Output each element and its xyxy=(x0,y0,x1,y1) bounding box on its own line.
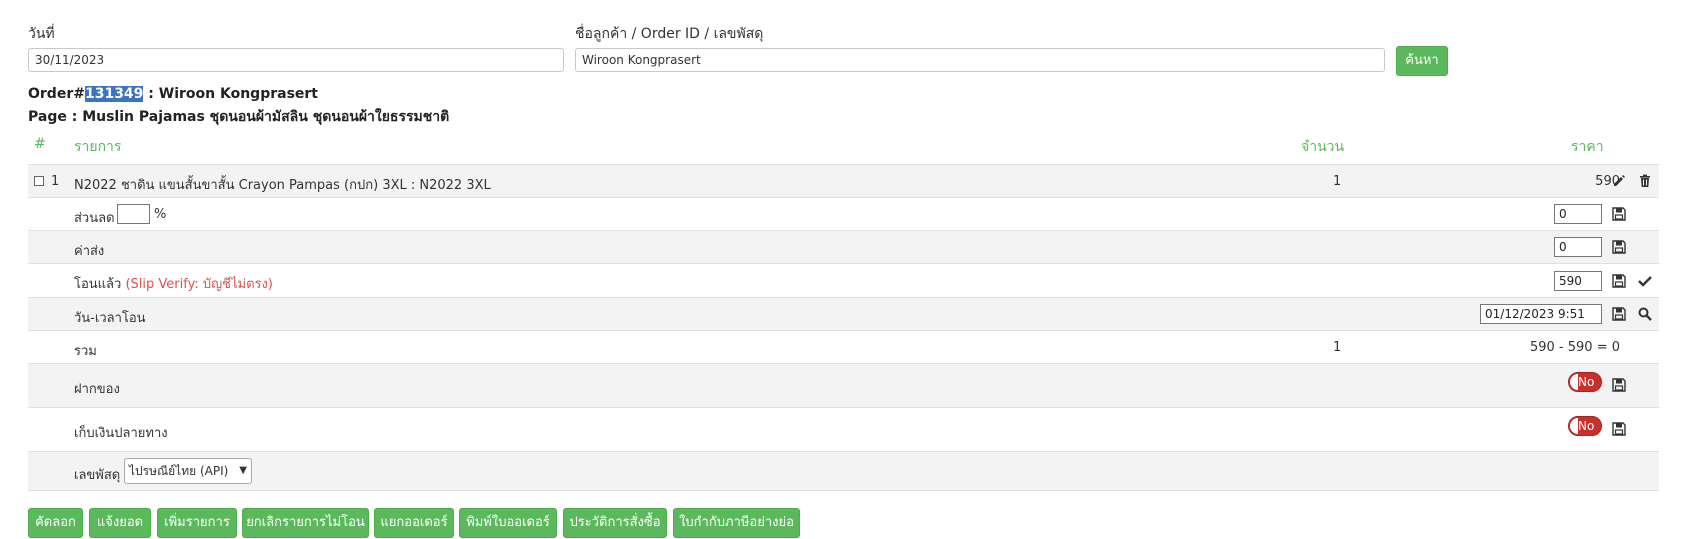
chevron-down-icon: ▼ xyxy=(239,465,247,476)
deposit-label: ฝากของ xyxy=(74,382,120,397)
shipping-label: ค่าส่ง xyxy=(74,244,105,259)
print-order-button[interactable]: พิมพ์ใบออเดอร์ xyxy=(459,508,557,538)
discount-row: ส่วนลด % 0 xyxy=(28,197,1659,230)
search-icon[interactable] xyxy=(1638,307,1652,321)
customer-search-input[interactable]: Wiroon Kongprasert xyxy=(575,48,1385,72)
order-page-line: Page : Muslin Pajamas ชุดนอนผ้ามัสลิน ชุ… xyxy=(28,109,450,125)
discount-value-input[interactable]: 0 xyxy=(1554,204,1602,224)
transferred-value-input[interactable]: 590 xyxy=(1554,271,1602,291)
transfer-time-input[interactable]: 01/12/2023 9:51 xyxy=(1480,304,1602,324)
discount-label: ส่วนลด xyxy=(74,211,115,226)
notify-button[interactable]: แจ้งยอด xyxy=(89,508,151,538)
discount-percent-input[interactable] xyxy=(117,204,150,224)
save-icon[interactable] xyxy=(1612,207,1626,221)
courier-select[interactable]: ไปรษณีย์ไทย (API) ▼ xyxy=(124,458,252,484)
save-icon[interactable] xyxy=(1612,378,1626,392)
col-header-price: ราคา xyxy=(1571,139,1604,155)
transferred-row: โอนแล้ว (Slip Verify: บัญชีไม่ตรง) 590 xyxy=(28,263,1659,297)
split-order-button[interactable]: แยกออเดอร์ xyxy=(374,508,454,538)
item-qty: 1 xyxy=(1333,174,1342,189)
tracking-row: เลขพัสดุ ไปรษณีย์ไทย (API) ▼ xyxy=(28,451,1659,491)
item-index: 1 xyxy=(51,174,60,189)
order-customer: : Wiroon Kongprasert xyxy=(148,86,318,102)
transfer-time-label: วัน-เวลาโอน xyxy=(74,311,146,326)
total-value: 590 - 590 = 0 xyxy=(1529,340,1620,355)
pencil-icon[interactable] xyxy=(1612,174,1626,188)
col-header-index: # xyxy=(34,136,46,152)
shipping-row: ค่าส่ง 0 xyxy=(28,230,1659,263)
copy-button[interactable]: คัดลอก xyxy=(28,508,83,538)
transferred-label: โอนแล้ว (Slip Verify: บัญชีไม่ตรง) xyxy=(74,273,273,294)
item-name: N2022 ชาดิน แขนสั้นขาสั้น Crayon Pampas … xyxy=(74,178,491,193)
col-header-qty: จำนวน xyxy=(1301,139,1345,155)
tax-invoice-button[interactable]: ใบกำกับภาษีอย่างย่อ xyxy=(673,508,800,538)
transfer-time-row: วัน-เวลาโอน 01/12/2023 9:51 xyxy=(28,297,1659,330)
slip-verify-note: (Slip Verify: บัญชีไม่ตรง) xyxy=(125,277,273,292)
total-qty: 1 xyxy=(1333,340,1342,355)
order-history-button[interactable]: ประวัติการสั่งซื้อ xyxy=(563,508,667,538)
order-prefix: Order# xyxy=(28,86,85,102)
cod-label: เก็บเงินปลายทาง xyxy=(74,426,168,441)
deposit-row: ฝากของ No xyxy=(28,363,1659,407)
add-item-button[interactable]: เพิ่มรายการ xyxy=(157,508,237,538)
transferred-text: โอนแล้ว xyxy=(74,277,122,292)
percent-sign: % xyxy=(154,207,167,222)
courier-selected: ไปรษณีย์ไทย (API) xyxy=(129,464,229,478)
date-label: วันที่ xyxy=(28,26,55,42)
search-button[interactable]: ค้นหา xyxy=(1396,46,1448,76)
item-row: 1 N2022 ชาดิน แขนสั้นขาสั้น Crayon Pampa… xyxy=(28,164,1659,197)
total-row: รวม 1 590 - 590 = 0 xyxy=(28,330,1659,363)
col-header-item: รายการ xyxy=(74,139,122,155)
deposit-toggle[interactable]: No xyxy=(1568,372,1602,392)
cancel-unpaid-button[interactable]: ยกเลิกรายการไม่โอน xyxy=(242,508,369,538)
check-icon[interactable] xyxy=(1638,274,1652,288)
save-icon[interactable] xyxy=(1612,422,1626,436)
customer-label: ชื่อลูกค้า / Order ID / เลขพัสดุ xyxy=(575,26,764,42)
trash-icon[interactable] xyxy=(1638,174,1652,188)
save-icon[interactable] xyxy=(1612,274,1626,288)
tracking-label: เลขพัสดุ xyxy=(74,468,121,483)
date-input[interactable]: 30/11/2023 xyxy=(28,48,564,72)
shipping-value-input[interactable]: 0 xyxy=(1554,237,1602,257)
order-number[interactable]: 131349 xyxy=(84,86,144,102)
order-title: Order#131349 : Wiroon Kongprasert xyxy=(28,86,318,102)
cod-row: เก็บเงินปลายทาง No xyxy=(28,407,1659,451)
cod-toggle[interactable]: No xyxy=(1568,416,1602,436)
save-icon[interactable] xyxy=(1612,307,1626,321)
total-label: รวม xyxy=(74,344,97,359)
item-checkbox[interactable] xyxy=(34,176,44,186)
save-icon[interactable] xyxy=(1612,240,1626,254)
item-price: 590 xyxy=(1595,174,1620,189)
